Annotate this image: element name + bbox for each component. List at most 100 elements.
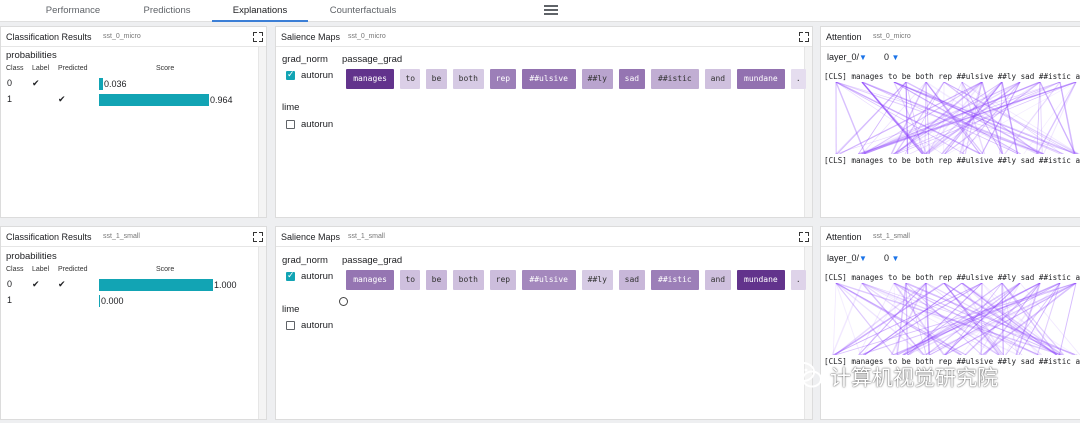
salience-token[interactable]: both (452, 69, 484, 89)
layer-select[interactable]: layer_0/▼ (827, 52, 867, 62)
expand-icon[interactable] (253, 232, 263, 242)
panel-header: Classification Results sst_1_small (1, 227, 266, 247)
score-bar (99, 295, 100, 307)
panel-header: Salience Maps sst_1_small (276, 227, 812, 247)
salience-token[interactable]: ##ulsive (521, 270, 576, 290)
expand-icon[interactable] (253, 32, 263, 42)
tab-counterfactuals[interactable]: Counterfactuals (308, 0, 418, 22)
method-lime: lime (282, 102, 300, 113)
layer-select-value: layer_0/ (827, 253, 860, 263)
salience-token[interactable]: manages (346, 69, 395, 89)
autorun-checkbox[interactable] (286, 120, 295, 129)
panel-header: Attention sst_0_micro (821, 27, 1080, 47)
tab-performance[interactable]: Performance (24, 0, 122, 22)
scrollbar[interactable] (258, 247, 266, 419)
autorun-checkbox[interactable] (286, 321, 295, 330)
panel-header: Salience Maps sst_0_micro (276, 27, 812, 47)
class-cell: 0 (7, 279, 13, 289)
autorun-label: autorun (301, 70, 334, 81)
panel-title: Salience Maps (281, 232, 341, 242)
salience-token[interactable]: sad (619, 270, 645, 290)
attention-tokens-top: [CLS] manages to be both rep ##ulsive ##… (824, 273, 1080, 282)
autorun-checkbox[interactable] (286, 270, 295, 281)
header-label: Label (32, 266, 50, 273)
salience-token[interactable]: ##istic (650, 69, 699, 89)
top-tab-bar: Performance Predictions Explanations Cou… (0, 0, 1080, 22)
scrollbar[interactable] (258, 47, 266, 217)
predicted-check: ✔ (58, 279, 66, 289)
caret-down-icon: ▼ (859, 254, 867, 263)
salience-token[interactable]: sad (619, 69, 645, 89)
panel-title: Classification Results (6, 232, 92, 242)
salience-token[interactable]: . (791, 270, 806, 290)
salience-token[interactable]: rep (490, 270, 516, 290)
head-select[interactable]: 0 ▼ (884, 52, 899, 62)
caret-down-icon: ▼ (891, 254, 900, 263)
tab-predictions[interactable]: Predictions (122, 0, 212, 22)
caret-down-icon: ▼ (859, 53, 867, 62)
layer-select-value: layer_0/ (827, 52, 860, 62)
expand-icon[interactable] (799, 232, 809, 242)
watermark-text: 计算机视觉研究院 (830, 367, 998, 390)
method-grad-norm: grad_norm (282, 54, 328, 65)
classification-panel-small: Classification Results sst_1_small proba… (0, 226, 267, 420)
panel-header: Attention sst_1_small (821, 227, 1080, 247)
label-check: ✔ (32, 78, 40, 88)
salience-token[interactable]: manages (346, 270, 395, 290)
model-name: sst_1_small (348, 233, 385, 240)
field-name: passage_grad (342, 54, 403, 65)
salience-token[interactable]: to (400, 69, 421, 89)
autorun-label: autorun (301, 271, 334, 282)
salience-token[interactable]: mundane (736, 69, 785, 89)
classification-panel-micro: Classification Results sst_0_micro proba… (0, 26, 267, 218)
menu-icon[interactable] (544, 5, 558, 17)
salience-token[interactable]: and (705, 69, 731, 89)
class-cell: 1 (7, 295, 13, 305)
head-select-value: 0 (884, 253, 890, 263)
header-label: Label (32, 65, 50, 72)
attention-line (835, 82, 1061, 154)
salience-token[interactable]: . (791, 69, 806, 89)
attention-lines (835, 82, 1080, 154)
model-name: sst_1_small (873, 233, 910, 240)
panel-title: Attention (826, 32, 862, 42)
wechat-logo-icon (791, 362, 822, 388)
model-name: sst_0_micro (348, 33, 386, 40)
salience-token[interactable]: ##ly (581, 270, 613, 290)
head-select[interactable]: 0 ▼ (884, 253, 899, 263)
salience-token[interactable]: to (400, 270, 421, 290)
score-value: 0.000 (101, 296, 124, 306)
score-value: 0.036 (104, 79, 127, 89)
attention-tokens-bottom: [CLS] manages to be both rep ##ulsive ##… (824, 156, 1080, 165)
layer-select[interactable]: layer_0/▼ (827, 253, 867, 263)
autorun-label: autorun (301, 320, 334, 331)
label-check: ✔ (32, 279, 40, 289)
predicted-check: ✔ (58, 94, 66, 104)
salience-token[interactable]: ##ulsive (521, 69, 576, 89)
salience-token[interactable]: both (452, 270, 484, 290)
tab-explanations[interactable]: Explanations (212, 0, 308, 22)
score-value: 0.964 (210, 95, 233, 105)
method-lime: lime (282, 304, 300, 315)
salience-token[interactable]: and (705, 270, 731, 290)
autorun-checkbox[interactable] (286, 69, 295, 80)
probabilities-title: probabilities (6, 50, 57, 61)
salience-token[interactable]: be (426, 69, 447, 89)
expand-icon[interactable] (799, 32, 809, 42)
header-predicted: Predicted (58, 266, 88, 273)
salience-token[interactable]: ##ly (581, 69, 613, 89)
attention-line (832, 283, 837, 355)
score-bar (99, 279, 213, 291)
header-class: Class (6, 266, 24, 273)
score-bar (99, 78, 103, 90)
attention-lines (831, 283, 1080, 355)
model-name: sst_0_micro (103, 33, 141, 40)
salience-token[interactable]: rep (490, 69, 516, 89)
score-value: 1.000 (214, 280, 237, 290)
attention-tokens-top: [CLS] manages to be both rep ##ulsive ##… (824, 72, 1080, 81)
salience-token[interactable]: be (426, 270, 447, 290)
salience-token[interactable]: mundane (736, 270, 785, 290)
score-bar (99, 94, 209, 106)
panel-title: Attention (826, 232, 862, 242)
salience-token[interactable]: ##istic (650, 270, 699, 290)
